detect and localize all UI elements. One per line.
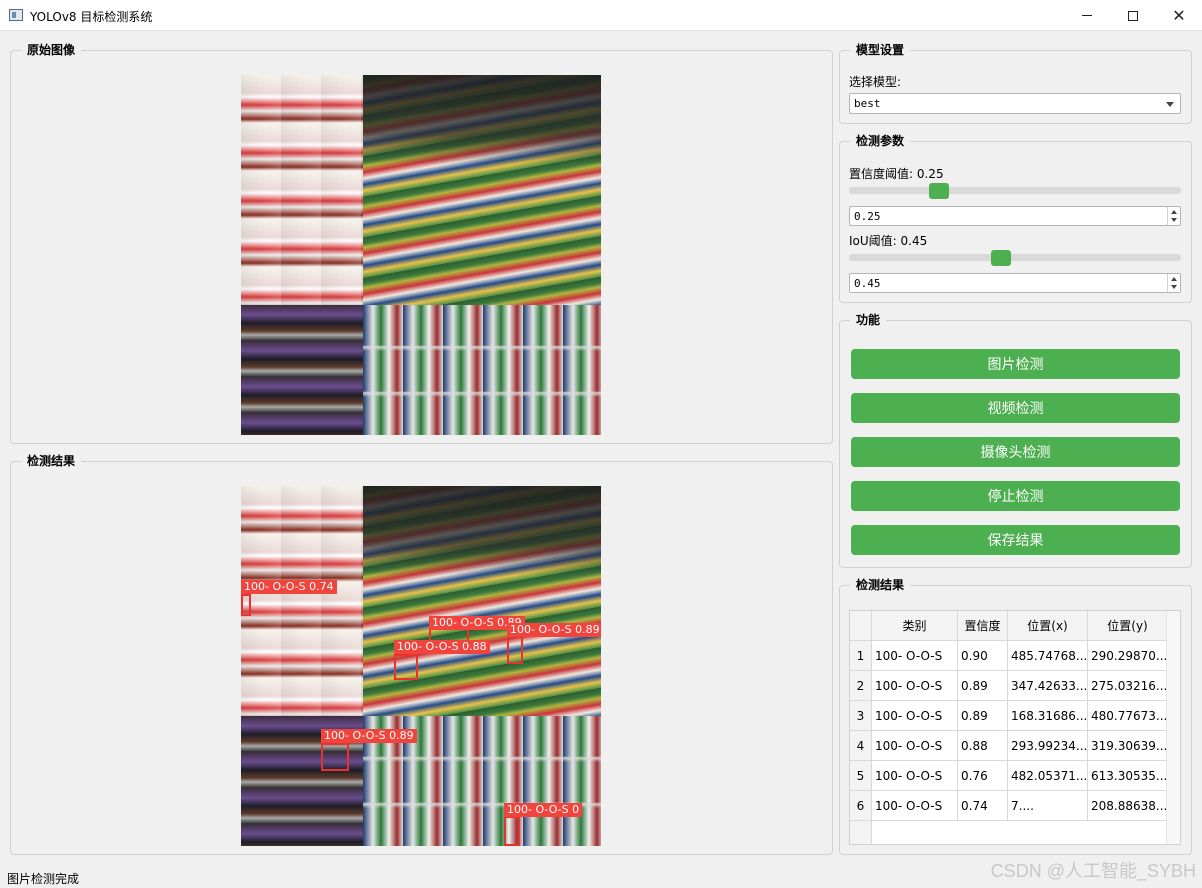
- result-image: 100- O-O-S 0.74 100- O-O-S 0.89 100- O-O…: [241, 486, 601, 846]
- model-select-value: best: [854, 97, 881, 110]
- column-header-y[interactable]: 位置(y): [1088, 611, 1168, 641]
- confidence-value: 0.25: [854, 210, 881, 223]
- iou-slider[interactable]: [849, 254, 1181, 261]
- iou-value: 0.45: [854, 277, 881, 290]
- image-quadrant: [241, 75, 363, 305]
- chevron-down-icon: [1166, 102, 1174, 107]
- cell-y[interactable]: 275.03216...: [1088, 671, 1168, 701]
- results-table[interactable]: 类别 置信度 位置(x) 位置(y) 1 100- O-O-S 0.90 485.74…: [849, 610, 1181, 845]
- row-number[interactable]: 1: [850, 641, 872, 671]
- confidence-label: 置信度阈值: 0.25: [849, 167, 944, 181]
- cell-y[interactable]: 290.29870...: [1088, 641, 1168, 671]
- iou-label: IoU阈值: 0.45: [849, 234, 928, 248]
- image-quadrant: [363, 75, 601, 305]
- select-model-label: 选择模型:: [849, 75, 902, 89]
- image-detect-button[interactable]: 图片检测: [851, 349, 1180, 379]
- close-button[interactable]: ✕: [1156, 0, 1202, 31]
- save-results-button[interactable]: 保存结果: [851, 525, 1180, 555]
- detection-label: 100- O-O-S 0.89: [321, 729, 417, 743]
- chevron-down-icon[interactable]: [1171, 218, 1177, 222]
- detection-box: [241, 594, 251, 616]
- image-quadrant: [363, 486, 601, 716]
- detection-box: [321, 743, 349, 771]
- cell-confidence[interactable]: 0.90: [958, 641, 1008, 671]
- row-number[interactable]: 4: [850, 731, 872, 761]
- image-quadrant: [363, 305, 601, 435]
- cell-x[interactable]: 168.31686...: [1008, 701, 1088, 731]
- result-image-title: 检测结果: [21, 453, 82, 469]
- status-text: 图片检测完成: [7, 872, 80, 886]
- cell-class[interactable]: 100- O-O-S: [872, 701, 958, 731]
- row-number[interactable]: 5: [850, 761, 872, 791]
- row-number[interactable]: 3: [850, 701, 872, 731]
- cell-x[interactable]: 482.05371...: [1008, 761, 1088, 791]
- cell-y[interactable]: 208.88638...: [1088, 791, 1168, 821]
- functions-title: 功能: [850, 312, 887, 328]
- detection-box: [504, 816, 520, 846]
- chevron-down-icon[interactable]: [1171, 285, 1177, 289]
- stop-detect-button[interactable]: 停止检测: [851, 481, 1180, 511]
- close-icon: ✕: [1172, 5, 1186, 25]
- app-window-icon: [9, 9, 23, 21]
- minimize-icon: [1082, 15, 1092, 16]
- model-select[interactable]: best: [849, 93, 1181, 114]
- image-quadrant: [241, 305, 363, 435]
- iou-spinbox[interactable]: 0.45: [849, 273, 1181, 293]
- iou-slider-handle[interactable]: [991, 250, 1011, 266]
- cell-confidence[interactable]: 0.76: [958, 761, 1008, 791]
- cell-x[interactable]: 485.74768...: [1008, 641, 1088, 671]
- chevron-up-icon[interactable]: [1171, 210, 1177, 214]
- detection-params-title: 检测参数: [850, 133, 911, 149]
- detection-label: 100- O-O-S 0.74: [241, 580, 337, 594]
- cell-class[interactable]: 100- O-O-S: [872, 671, 958, 701]
- column-header-class[interactable]: 类别: [872, 611, 958, 641]
- cell-class[interactable]: 100- O-O-S: [872, 641, 958, 671]
- cell-x[interactable]: 293.99234...: [1008, 731, 1088, 761]
- cell-y[interactable]: 613.30535...: [1088, 761, 1168, 791]
- row-number[interactable]: 6: [850, 791, 872, 821]
- cell-confidence[interactable]: 0.89: [958, 671, 1008, 701]
- table-corner[interactable]: [850, 611, 872, 641]
- camera-detect-button[interactable]: 摄像头检测: [851, 437, 1180, 467]
- cell-x[interactable]: 7....: [1008, 791, 1088, 821]
- confidence-spinbox[interactable]: 0.25: [849, 206, 1181, 226]
- model-settings-title: 模型设置: [850, 42, 911, 58]
- video-detect-button[interactable]: 视频检测: [851, 393, 1180, 423]
- title-bar: YOLOv8 目标检测系统 ✕: [0, 0, 1202, 31]
- original-image: [241, 75, 601, 435]
- cell-class[interactable]: 100- O-O-S: [872, 731, 958, 761]
- window-title: YOLOv8 目标检测系统: [30, 10, 153, 24]
- detection-label: 100- O-O-S 0: [504, 803, 583, 817]
- column-header-x[interactable]: 位置(x): [1008, 611, 1088, 641]
- minimize-button[interactable]: [1064, 0, 1110, 31]
- detection-label: 100- O-O-S 0.89: [507, 623, 601, 637]
- table-scrollbar[interactable]: [1166, 611, 1180, 844]
- results-table-title: 检测结果: [850, 577, 911, 593]
- cell-y[interactable]: 319.30639...: [1088, 731, 1168, 761]
- watermark: CSDN @人工智能_SYBH: [990, 861, 1196, 881]
- cell-y[interactable]: 480.77673...: [1088, 701, 1168, 731]
- cell-confidence[interactable]: 0.88: [958, 731, 1008, 761]
- cell-confidence[interactable]: 0.74: [958, 791, 1008, 821]
- cell-class[interactable]: 100- O-O-S: [872, 761, 958, 791]
- original-image-title: 原始图像: [21, 42, 82, 58]
- image-quadrant: [241, 486, 363, 716]
- confidence-slider[interactable]: [849, 187, 1181, 194]
- detection-box: [394, 654, 418, 680]
- detection-box: [507, 636, 523, 664]
- detection-label: 100- O-O-S 0.88: [394, 640, 490, 654]
- row-number[interactable]: 2: [850, 671, 872, 701]
- confidence-stepper[interactable]: [1167, 207, 1180, 225]
- cell-confidence[interactable]: 0.89: [958, 701, 1008, 731]
- cell-x[interactable]: 347.42633...: [1008, 671, 1088, 701]
- cell-class[interactable]: 100- O-O-S: [872, 791, 958, 821]
- iou-stepper[interactable]: [1167, 274, 1180, 292]
- maximize-button[interactable]: [1110, 0, 1156, 31]
- column-header-confidence[interactable]: 置信度: [958, 611, 1008, 641]
- confidence-slider-handle[interactable]: [929, 183, 949, 199]
- row-header-filler: [850, 821, 872, 844]
- chevron-up-icon[interactable]: [1171, 277, 1177, 281]
- maximize-icon: [1128, 10, 1138, 21]
